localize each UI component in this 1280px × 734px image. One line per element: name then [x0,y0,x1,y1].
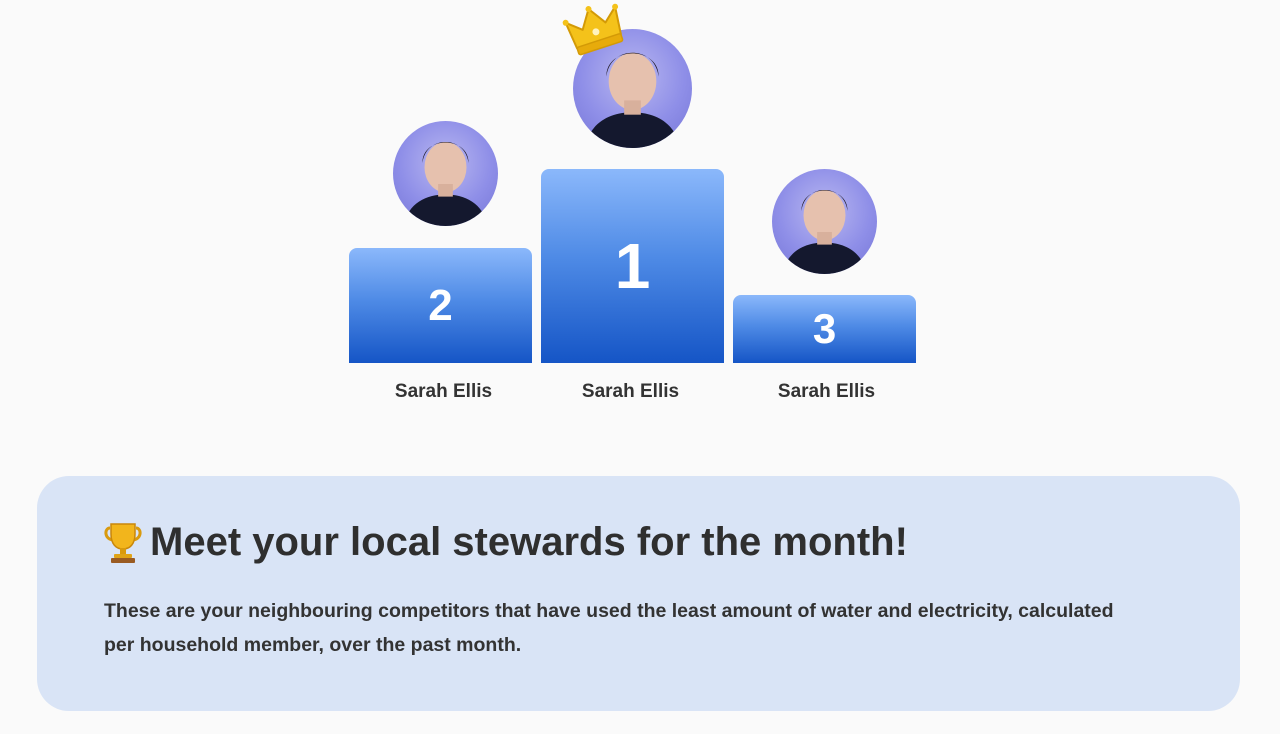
winner-name-third: Sarah Ellis [777,381,876,402]
portrait-image [782,190,867,274]
rank-number: 3 [812,305,837,352]
trophy-icon [104,522,142,563]
card-title: Meet your local stewards for the month! [150,520,908,564]
rank-number: 2 [428,280,453,330]
rank-number: 1 [614,230,651,302]
winner-name-first: Sarah Ellis [581,381,680,402]
winner-name-second: Sarah Ellis [394,381,493,402]
podium-block-third: 3 [733,295,916,363]
podium-block-second: 2 [349,248,532,363]
info-card: Meet your local stewards for the month! … [37,476,1240,711]
podium-block-first: 1 [541,169,724,363]
leaderboard-page: 2 Sarah Ellis 1 Sarah Ellis 3 Sarah Elli… [0,0,1280,734]
avatar-second-place[interactable] [393,121,498,226]
card-description: These are your neighbouring competitors … [104,600,1114,656]
portrait-image [403,142,488,226]
card-heading: Meet your local stewards for the month! [104,520,908,565]
avatar-third-place[interactable] [772,169,877,274]
